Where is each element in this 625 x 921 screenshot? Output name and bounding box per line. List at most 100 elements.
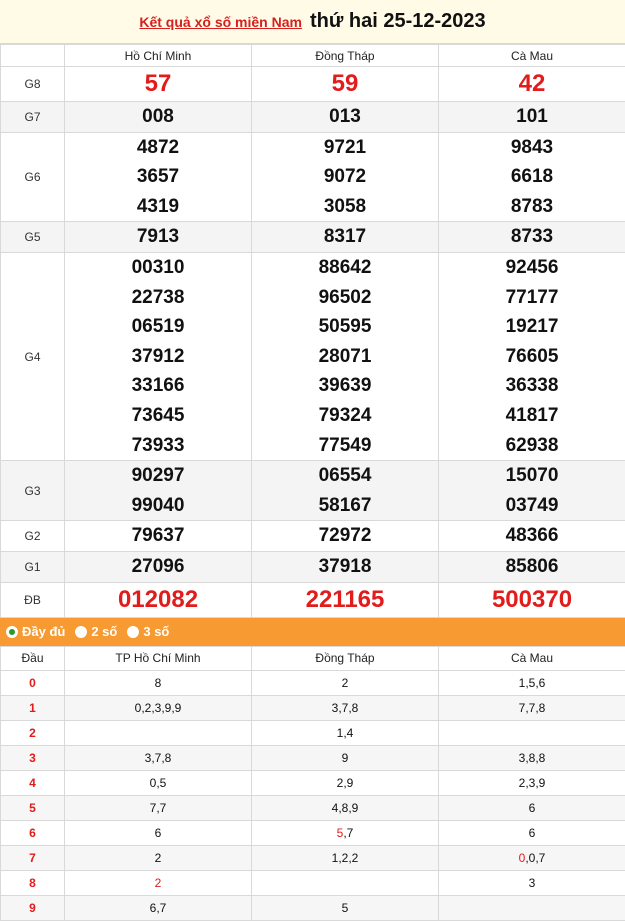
tab-label: 2 số <box>91 624 118 639</box>
prize-number: 03749 <box>505 494 559 516</box>
prize-number: 36338 <box>505 375 559 397</box>
prize-number: 57 <box>144 70 172 97</box>
prize-number: 50595 <box>318 316 372 338</box>
dau-digit: 2 <box>0 719 65 746</box>
prize-row: G6 4872 3657 4319 9721 9072 3058 9843 6618 8783 <box>0 131 625 223</box>
radio-icon[interactable] <box>75 625 88 638</box>
prize-number: 77177 <box>505 286 559 308</box>
dau-row: 8 2 3 <box>0 869 625 896</box>
prize-number: 88642 <box>318 256 372 278</box>
province-header: Đồng Tháp <box>251 44 439 67</box>
prize-cell: 79637 <box>64 520 252 552</box>
results-header: Kết quả xổ số miền Nam thứ hai 25-12-202… <box>0 0 625 44</box>
dau-province-header: Đồng Tháp <box>251 645 439 671</box>
prize-number: 15070 <box>505 465 559 487</box>
dau-value: 0,2,3,9,9 <box>134 700 182 715</box>
prize-number: 8317 <box>323 226 367 248</box>
prize-cell: 37918 <box>251 550 439 583</box>
tab-label: 3 số <box>143 624 170 639</box>
prize-number: 28071 <box>318 345 372 367</box>
prize-number: 79324 <box>318 404 372 426</box>
prize-row: ĐB 012082 221165 500370 <box>0 581 625 618</box>
prize-cell: 9721 9072 3058 <box>251 131 439 223</box>
dau-value: 6 <box>154 825 162 840</box>
dau-cell: 2,3,9 <box>438 769 625 796</box>
dau-cell <box>64 719 252 746</box>
prize-cell: 4872 3657 4319 <box>64 131 252 223</box>
tab-full[interactable]: Đầy đủ <box>6 624 65 639</box>
prize-label: ĐB <box>0 581 65 618</box>
dau-row: 7 2 1,2,2 0,0,7 <box>0 844 625 871</box>
prize-row: G2 79637 72972 48366 <box>0 520 625 552</box>
dau-cell: 0,5 <box>64 769 252 796</box>
dau-value: 2,9 <box>336 775 354 790</box>
prize-number: 27096 <box>131 555 185 577</box>
dau-cell: 1,4 <box>251 719 439 746</box>
prize-label: G5 <box>0 221 65 253</box>
dau-cell <box>251 869 439 896</box>
dau-cell: 9 <box>251 744 439 771</box>
dau-cell: 0,0,7 <box>438 844 625 871</box>
prize-cell: 42 <box>438 66 625 102</box>
dau-cell: 6 <box>64 819 252 846</box>
prize-cell: 013 <box>251 101 439 133</box>
dau-province-header: TP Hồ Chí Minh <box>64 645 252 671</box>
tab-2-digits[interactable]: 2 số <box>75 624 117 639</box>
prize-cell: 8733 <box>438 221 625 253</box>
dau-value: 7,7,8 <box>518 700 546 715</box>
dau-value: 2 <box>154 850 162 865</box>
dau-value: 7,7 <box>149 800 167 815</box>
prize-number: 62938 <box>505 434 559 456</box>
dau-cell: 0,2,3,9,9 <box>64 694 252 721</box>
prize-cell: 72972 <box>251 520 439 552</box>
dau-cell: 7,7 <box>64 794 252 821</box>
dau-cell: 3 <box>438 869 625 896</box>
dau-value: 1,5,6 <box>518 675 546 690</box>
dau-row: 4 0,5 2,9 2,3,9 <box>0 769 625 796</box>
dau-value: 3 <box>528 875 536 890</box>
dau-cell: 2,9 <box>251 769 439 796</box>
prize-number: 6618 <box>510 166 554 188</box>
prize-number: 4319 <box>136 195 180 217</box>
prize-number: 013 <box>329 106 361 127</box>
dau-digit: 0 <box>0 669 65 696</box>
prize-cell: 90297 99040 <box>64 460 252 522</box>
dau-digit: 9 <box>0 894 65 921</box>
prize-number: 59 <box>331 70 359 97</box>
prize-row: G4 00310 22738 06519 37912 33166 73645 73933 886… <box>0 251 625 462</box>
dau-cell <box>438 719 625 746</box>
results-region-link[interactable]: Kết quả xổ số miền Nam <box>139 14 302 30</box>
dau-cell: 3,8,8 <box>438 744 625 771</box>
prize-number: 72972 <box>318 525 372 547</box>
prize-number: 8783 <box>510 195 554 217</box>
tab-3-digits[interactable]: 3 số <box>127 624 169 639</box>
dau-digit: 5 <box>0 794 65 821</box>
prize-row: G3 90297 99040 06554 58167 15070 03749 <box>0 460 625 522</box>
dau-cell: 5 <box>251 894 439 921</box>
dau-row: 3 3,7,8 9 3,8,8 <box>0 744 625 771</box>
dau-value: ,7 <box>343 825 354 840</box>
dau-row: 0 8 2 1,5,6 <box>0 669 625 696</box>
dau-digit: 8 <box>0 869 65 896</box>
prize-label: G8 <box>0 66 65 102</box>
prize-cell: 06554 58167 <box>251 460 439 522</box>
prize-number: 48366 <box>505 525 559 547</box>
dau-digit: 1 <box>0 694 65 721</box>
prize-number: 19217 <box>505 316 559 338</box>
dau-row: 9 6,7 5 <box>0 894 625 921</box>
dau-header-row: Đầu TP Hồ Chí Minh Đồng Tháp Cà Mau <box>0 645 625 671</box>
prize-number: 85806 <box>505 555 559 577</box>
prize-number: 73933 <box>131 434 185 456</box>
prize-row: G7 008 013 101 <box>0 101 625 133</box>
prize-label-header <box>0 44 65 67</box>
prize-cell: 48366 <box>438 520 625 552</box>
dau-value: 5 <box>341 900 349 915</box>
results-table: Hồ Chí Minh Đồng Tháp Cà Mau G8 57 59 42 G7 0… <box>0 44 625 618</box>
radio-selected-icon[interactable] <box>6 625 18 638</box>
radio-icon[interactable] <box>127 625 140 638</box>
prize-cell: 15070 03749 <box>438 460 625 522</box>
dau-value: 6 <box>528 825 536 840</box>
dau-row: 1 0,2,3,9,9 3,7,8 7,7,8 <box>0 694 625 721</box>
prize-number: 221165 <box>305 585 385 613</box>
prize-cell: 88642 96502 50595 28071 39639 79324 77549 <box>251 251 439 462</box>
